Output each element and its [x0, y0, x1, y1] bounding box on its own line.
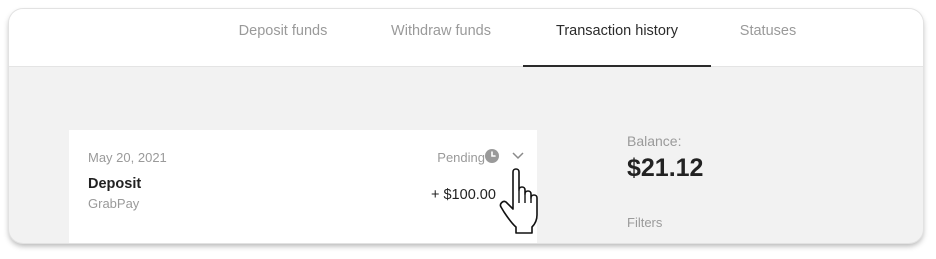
active-tab-indicator [523, 65, 711, 67]
balance-label: Balance: [627, 133, 682, 149]
tab-withdraw-funds[interactable]: Withdraw funds [375, 9, 507, 66]
transaction-status: Pending [437, 150, 485, 165]
tab-label: Transaction history [556, 23, 678, 39]
tab-label: Withdraw funds [391, 23, 491, 39]
transaction-amount: + $100.00 [431, 187, 496, 203]
transaction-card[interactable]: May 20, 2021 Pending Deposit GrabPay + $… [69, 130, 537, 243]
app-frame: Deposit funds Withdraw funds Transaction… [9, 9, 923, 243]
filters-label[interactable]: Filters [627, 215, 662, 230]
chevron-down-icon[interactable] [511, 150, 525, 162]
tab-deposit-funds[interactable]: Deposit funds [222, 9, 344, 66]
tab-label: Statuses [739, 23, 797, 39]
hand-pointer-icon [499, 168, 538, 234]
transaction-type: Deposit [88, 176, 142, 192]
payment-method: GrabPay [88, 196, 140, 211]
balance-value: $21.12 [627, 154, 704, 182]
tab-transaction-history[interactable]: Transaction history [523, 9, 711, 67]
tab-bar: Deposit funds Withdraw funds Transaction… [9, 9, 923, 67]
transaction-date: May 20, 2021 [88, 150, 167, 165]
tab-statuses[interactable]: Statuses [727, 9, 809, 66]
tab-label: Deposit funds [238, 23, 328, 39]
clock-icon [485, 149, 499, 163]
